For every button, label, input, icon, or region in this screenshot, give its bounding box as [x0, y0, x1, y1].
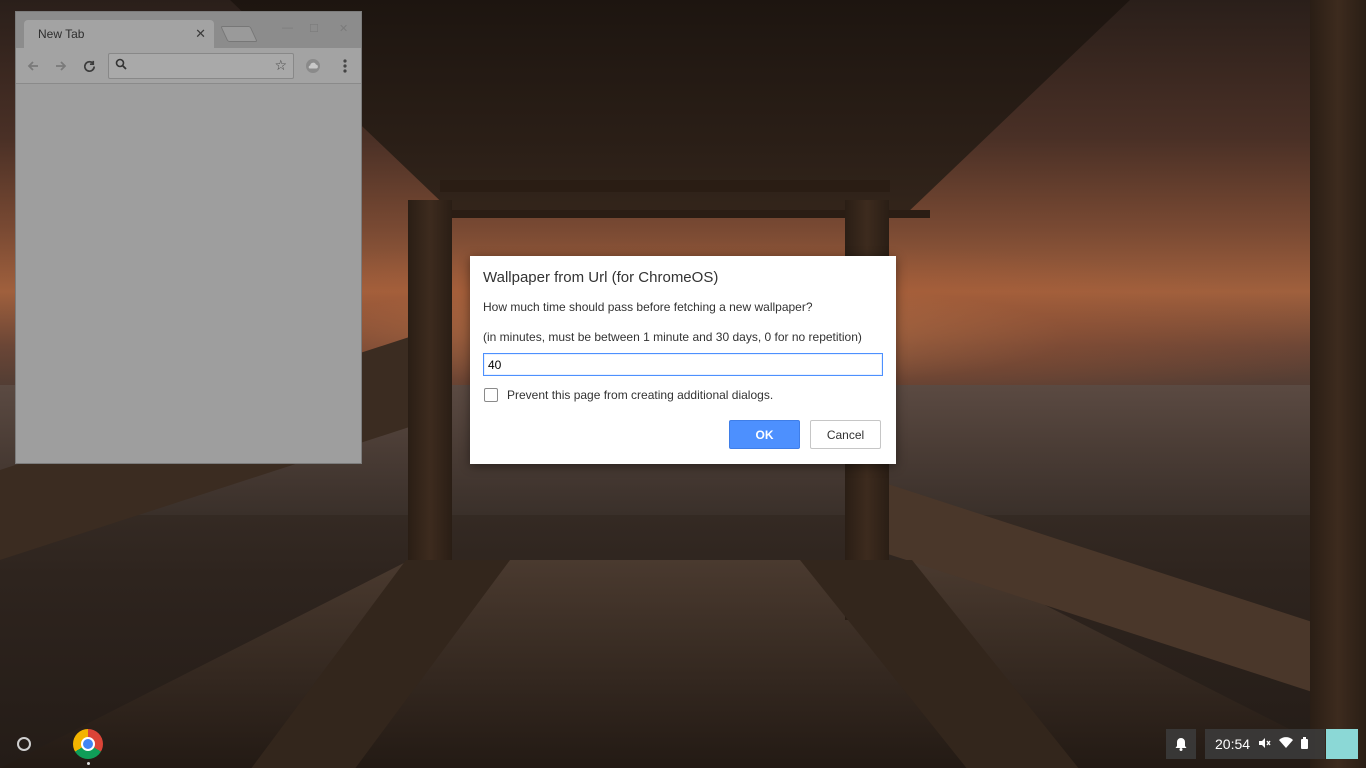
clock: 20:54 [1215, 736, 1251, 752]
wifi-icon [1279, 737, 1294, 751]
close-tab-icon[interactable]: ✕ [195, 26, 206, 42]
browser-content[interactable] [16, 85, 361, 463]
reload-icon[interactable] [78, 55, 100, 77]
minimize-icon[interactable]: — [282, 22, 293, 34]
new-tab-button[interactable] [220, 26, 258, 42]
prevent-dialogs-label[interactable]: Prevent this page from creating addition… [507, 388, 773, 402]
desktop-wallpaper: New Tab ✕ — ☐ ✕ ☆ Wallpaper from Url (fo… [0, 0, 1366, 768]
maximize-icon[interactable]: ☐ [309, 22, 319, 35]
star-icon[interactable]: ☆ [274, 57, 287, 74]
dialog-title: Wallpaper from Url (for ChromeOS) [483, 269, 719, 286]
status-tray[interactable]: 20:54 [1205, 729, 1325, 759]
prevent-dialogs-checkbox[interactable] [484, 388, 498, 402]
arrow-right-icon[interactable] [50, 55, 72, 77]
chrome-icon-center [81, 737, 95, 751]
arrow-left-icon[interactable] [22, 55, 44, 77]
cancel-button[interactable]: Cancel [810, 420, 881, 449]
battery-icon [1301, 736, 1309, 752]
wallpaper-post [408, 200, 452, 620]
ok-button[interactable]: OK [729, 420, 800, 449]
close-window-icon[interactable]: ✕ [339, 22, 348, 35]
chrome-icon[interactable] [73, 729, 103, 759]
volume-muted-icon [1258, 737, 1271, 752]
dialog-hint: (in minutes, must be between 1 minute an… [483, 330, 862, 344]
browser-window[interactable]: New Tab ✕ — ☐ ✕ ☆ [15, 11, 362, 464]
minutes-input[interactable] [483, 353, 883, 376]
launcher-icon[interactable] [17, 737, 31, 751]
ime-indicator[interactable] [1326, 729, 1358, 759]
kebab-menu-icon[interactable] [334, 55, 356, 77]
wallpaper-beam [440, 180, 890, 192]
tab-strip: New Tab ✕ — ☐ ✕ [16, 12, 361, 48]
bell-icon[interactable] [1166, 729, 1196, 759]
browser-toolbar: ☆ [16, 48, 361, 84]
dialog-message: How much time should pass before fetchin… [483, 300, 813, 314]
tab-new-tab[interactable]: New Tab ✕ [24, 20, 214, 48]
cloud-icon[interactable] [302, 55, 324, 77]
address-bar[interactable]: ☆ [108, 53, 294, 79]
search-icon [115, 58, 127, 73]
tab-title: New Tab [38, 27, 85, 41]
wallpaper-post [1310, 0, 1366, 768]
prompt-dialog: Wallpaper from Url (for ChromeOS) How mu… [470, 256, 896, 464]
running-indicator [87, 762, 90, 765]
